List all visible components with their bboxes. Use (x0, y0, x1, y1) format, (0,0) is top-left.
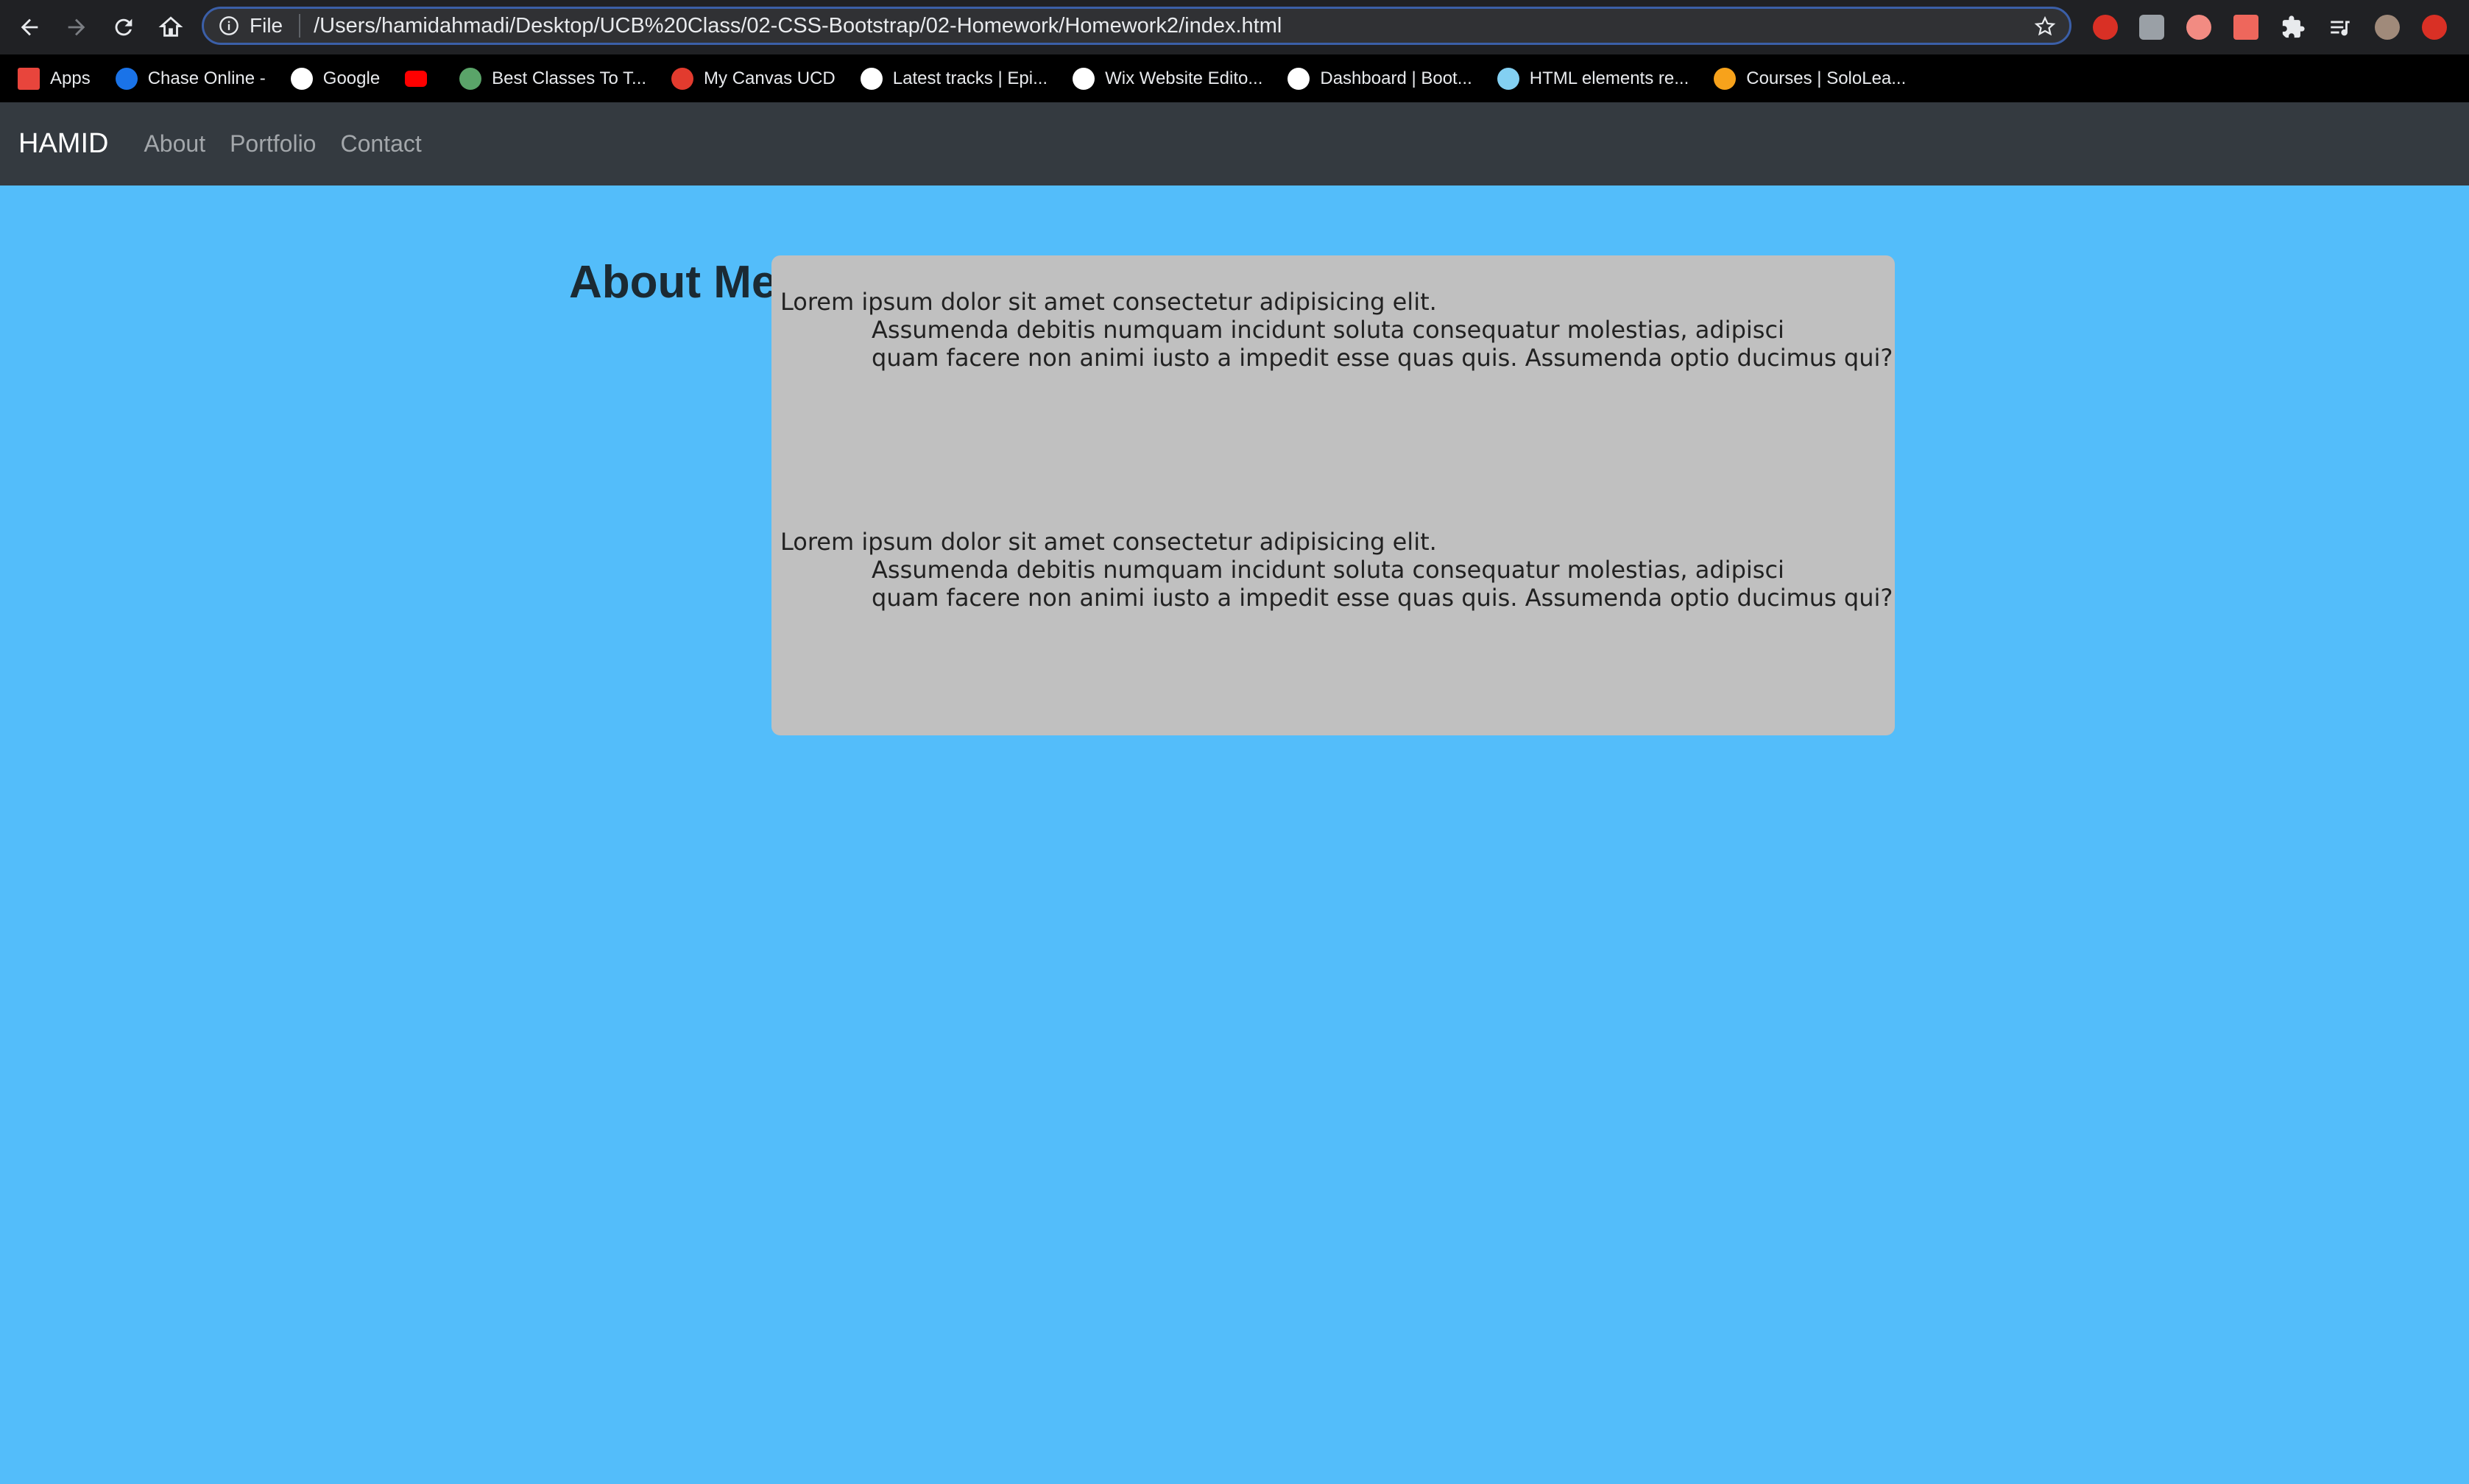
chase-icon (115, 67, 138, 90)
bookmark-label: Dashboard | Boot... (1320, 68, 1472, 88)
bookmark-label: My Canvas UCD (704, 68, 836, 88)
reading-list-icon[interactable] (2328, 15, 2353, 40)
bookmark-label: Wix Website Edito... (1105, 68, 1263, 88)
bookmark-item[interactable]: HTML elements re... (1497, 67, 1689, 90)
youtube-icon (405, 70, 428, 87)
home-icon (158, 16, 183, 37)
bookmark-label: Chase Online - (147, 68, 266, 88)
bookmark-item[interactable]: Google (290, 67, 381, 90)
nav-link-portfolio[interactable]: Portfolio (230, 130, 316, 158)
bookmark-item[interactable]: Courses | SoloLea... (1714, 67, 1907, 90)
nav-link-contact[interactable]: Contact (340, 130, 421, 158)
bookmark-star-icon[interactable] (2034, 15, 2056, 38)
bookmark-item[interactable]: Latest tracks | Epi... (860, 67, 1048, 90)
wix-icon (1073, 67, 1095, 90)
bookmark-item[interactable]: Chase Online - (115, 67, 266, 90)
arrow-left-icon (21, 18, 38, 36)
apps-grid-icon (18, 67, 40, 90)
browser-toolbar: File /Users/hamidahmadi/Desktop/UCB%20Cl… (0, 0, 2469, 54)
mdn-icon (1497, 67, 1519, 90)
bookmark-item[interactable]: My Canvas UCD (671, 67, 836, 90)
bookmark-item[interactable]: Wix Website Edito... (1073, 67, 1263, 90)
update-icon[interactable] (2422, 15, 2447, 40)
brand-logo[interactable]: HAMID (18, 128, 108, 160)
reload-button[interactable] (107, 11, 140, 43)
nav-link-about[interactable]: About (144, 130, 205, 158)
paragraph-line: Lorem ipsum dolor sit amet consectetur a… (780, 528, 1437, 556)
omnibox-divider (299, 14, 301, 38)
about-card: Lorem ipsum dolor sit amet consectetur a… (771, 255, 1895, 735)
google-icon (290, 67, 313, 90)
url-scheme: File (250, 14, 283, 37)
bookmark-item[interactable]: Best Classes To T... (459, 67, 647, 90)
extension-icon-4[interactable] (2233, 15, 2258, 40)
forward-button[interactable] (60, 11, 93, 43)
bookmark-label: HTML elements re... (1529, 68, 1689, 88)
about-paragraph: Lorem ipsum dolor sit amet consectetur a… (780, 288, 1893, 372)
bookmark-item[interactable]: Dashboard | Boot... (1288, 67, 1472, 90)
bookmarks-bar: Apps Chase Online - Google Best Classes To … (0, 54, 2469, 102)
paragraph-line: Lorem ipsum dolor sit amet consectetur a… (780, 288, 1437, 316)
paragraph-line: quam facere non animi iusto a impedit es… (872, 584, 1893, 612)
bookmark-label: Best Classes To T... (492, 68, 647, 88)
bookmark-label: Apps (50, 68, 91, 88)
epidemic-icon (860, 67, 883, 90)
bookmark-item[interactable]: Apps (18, 67, 91, 90)
about-paragraph: Lorem ipsum dolor sit amet consectetur a… (780, 528, 1893, 612)
paragraph-line: Assumenda debitis numquam incidunt solut… (872, 556, 1784, 584)
bookmark-label: Courses | SoloLea... (1746, 68, 1907, 88)
sololearn-icon (1714, 67, 1737, 90)
paragraph-line: quam facere non animi iusto a impedit es… (872, 344, 1893, 372)
paragraph-line: Assumenda debitis numquam incidunt solut… (872, 316, 1784, 344)
info-icon (219, 16, 239, 35)
adblock-extension-icon[interactable] (2093, 15, 2118, 40)
gear-icon (459, 67, 482, 90)
address-bar[interactable]: File /Users/hamidahmadi/Desktop/UCB%20Cl… (202, 7, 2071, 45)
extension-icon-2[interactable] (2139, 15, 2164, 40)
url-text[interactable]: /Users/hamidahmadi/Desktop/UCB%20Class/0… (314, 14, 1282, 38)
bookmark-item[interactable] (405, 70, 437, 87)
puzzle-icon[interactable] (2281, 15, 2306, 40)
profile-avatar[interactable] (2375, 15, 2400, 40)
canvas-icon (671, 67, 694, 90)
arrow-right-icon (68, 18, 85, 36)
bookmark-label: Latest tracks | Epi... (892, 68, 1048, 88)
home-button[interactable] (155, 11, 187, 43)
globe-icon (1288, 67, 1310, 90)
site-navbar: HAMID About Portfolio Contact (0, 102, 2469, 186)
back-button[interactable] (13, 11, 46, 43)
reload-icon (115, 18, 133, 36)
page-title: About Me (569, 257, 777, 308)
bookmark-label: Google (322, 68, 381, 88)
extension-icon-3[interactable] (2186, 15, 2211, 40)
